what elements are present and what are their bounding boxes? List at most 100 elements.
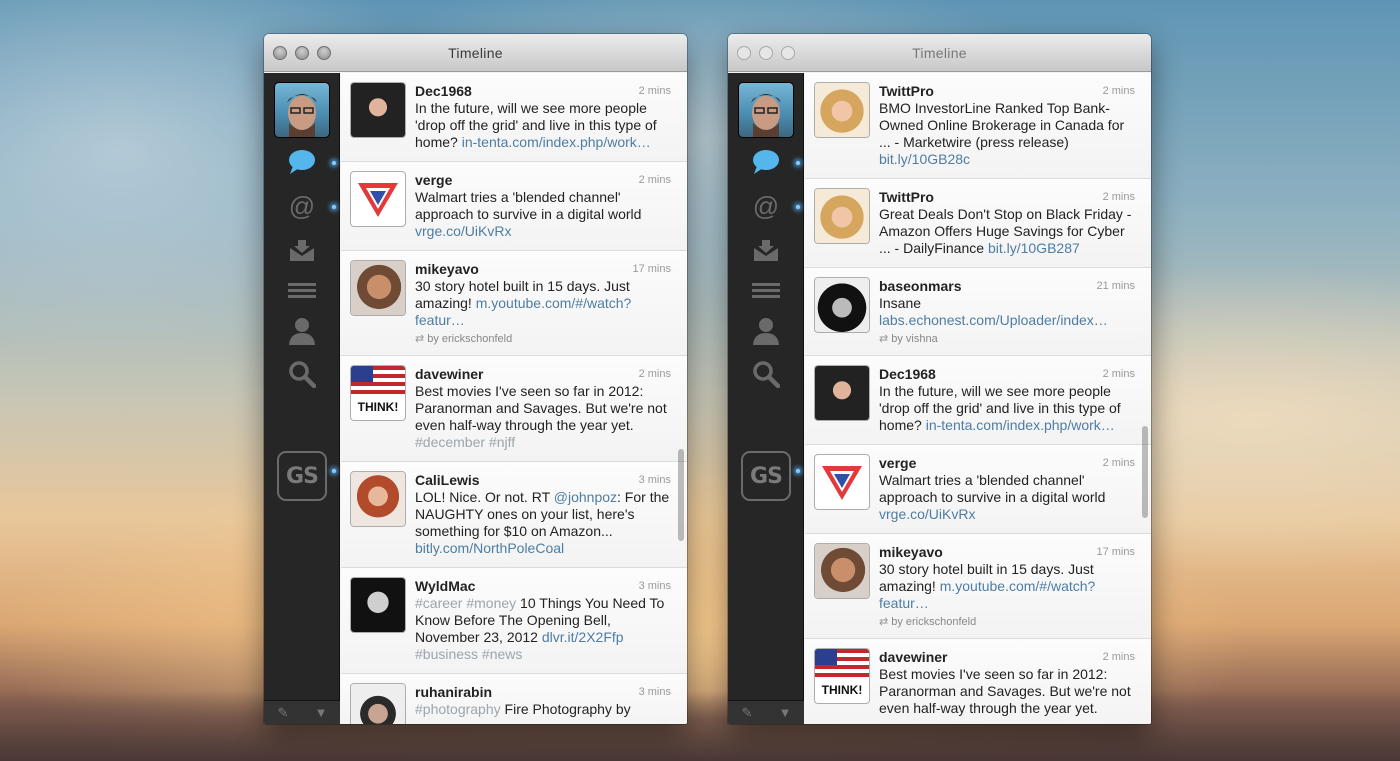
search-icon[interactable] [750, 359, 782, 389]
at-sign-icon[interactable]: @ [750, 191, 782, 221]
tweet-row[interactable]: THINK! davewiner 2 mins Best movies I've se… [805, 639, 1151, 724]
tweet-username[interactable]: verge [879, 455, 1135, 472]
timeline-list[interactable]: Dec1968 2 mins In the future, will we see … [341, 73, 687, 724]
tweet-username[interactable]: WyldMac [415, 578, 671, 595]
speech-bubble-icon[interactable] [750, 147, 782, 177]
user-avatar[interactable] [815, 189, 869, 243]
tweet-link[interactable]: dlvr.it/2X2Ffp [542, 629, 624, 645]
hashtag-link[interactable]: #photography [415, 701, 501, 717]
title-bar[interactable]: Timeline [264, 34, 687, 72]
tweet-username[interactable]: CaliLewis [415, 472, 671, 489]
compose-icon[interactable]: ✎ [264, 705, 302, 721]
timeline-window-2: Timeline @ GS ✎ ▼ TwittPro 2 mins BMO Inve… [728, 34, 1151, 724]
desktop-ground [0, 691, 1400, 761]
tweet-row[interactable]: CaliLewis 3 mins LOL! Nice. Or not. RT @jo… [341, 462, 687, 568]
tweet-text: #photography Fire Photography by [415, 701, 671, 718]
tweet-row[interactable]: baseonmars 21 mins Insane labs.echonest.co… [805, 268, 1151, 356]
tweet-link[interactable]: bit.ly/10GB28c [879, 151, 970, 167]
speech-bubble-icon[interactable] [286, 147, 318, 177]
user-avatar[interactable] [815, 83, 869, 137]
user-avatar[interactable] [351, 578, 405, 632]
tweet-time: 2 mins [638, 85, 671, 97]
tweet-row[interactable]: verge 2 mins Walmart tries a 'blended chan… [341, 162, 687, 251]
tweet-username[interactable]: davewiner [415, 366, 671, 383]
close-button[interactable] [273, 46, 287, 60]
compose-icon[interactable]: ✎ [728, 705, 766, 721]
tweet-link[interactable]: bit.ly/10GB287 [988, 240, 1080, 256]
tweet-row[interactable]: WyldMac 3 mins #career #money 10 Things Yo… [341, 568, 687, 674]
inbox-icon[interactable] [286, 235, 318, 265]
user-avatar[interactable] [815, 366, 869, 420]
tweet-time: 2 mins [638, 368, 671, 380]
tweet-row[interactable]: Dec1968 2 mins In the future, will we see … [341, 73, 687, 162]
at-sign-icon[interactable]: @ [286, 191, 318, 221]
tweet-username[interactable]: davewiner [879, 649, 1135, 666]
user-avatar[interactable] [815, 544, 869, 598]
tweet-time: 3 mins [638, 474, 671, 486]
tweet-username[interactable]: verge [415, 172, 671, 189]
user-avatar[interactable]: THINK! [815, 649, 869, 703]
close-button[interactable] [737, 46, 751, 60]
tweet-row[interactable]: TwittPro 2 mins BMO InvestorLine Ranked To… [805, 73, 1151, 179]
tweet-username[interactable]: ruhanirabin [415, 684, 671, 701]
inbox-icon[interactable] [750, 235, 782, 265]
tweet-link[interactable]: vrge.co/UiKvRx [879, 506, 975, 522]
account-gs-button[interactable]: GS [277, 451, 327, 501]
person-icon[interactable] [286, 316, 318, 346]
zoom-button[interactable] [781, 46, 795, 60]
tweet-text: Insane labs.echonest.com/Uploader/index… [879, 295, 1135, 329]
tweet-username[interactable]: TwittPro [879, 83, 1135, 100]
tweet-row[interactable]: THINK! davewiner 2 mins Best movies I've se… [341, 356, 687, 462]
user-avatar[interactable]: THINK! [351, 366, 405, 420]
tweet-time: 21 mins [1096, 280, 1135, 292]
tweet-row[interactable]: ruhanirabin 3 mins #photography Fire Photo… [341, 674, 687, 724]
tweet-link[interactable]: bitly.com/NorthPoleCoal [415, 540, 564, 556]
hashtag-link[interactable]: #business #news [415, 646, 522, 662]
user-avatar[interactable] [815, 278, 869, 332]
chevron-down-icon[interactable]: ▼ [766, 705, 804, 720]
search-icon[interactable] [286, 359, 318, 389]
chevron-down-icon[interactable]: ▼ [302, 705, 340, 720]
person-icon[interactable] [750, 316, 782, 346]
tweet-link[interactable]: labs.echonest.com/Uploader/index… [879, 312, 1108, 328]
tweet-link[interactable]: @johnpoz [554, 489, 617, 505]
tweet-row[interactable]: mikeyavo 17 mins 30 story hotel built in 1… [341, 251, 687, 356]
tweet-link[interactable]: in-tenta.com/index.php/work… [926, 417, 1115, 433]
user-avatar[interactable] [351, 472, 405, 526]
user-avatar[interactable] [351, 684, 405, 724]
unread-indicator [796, 469, 800, 473]
scrollbar-thumb[interactable] [678, 449, 684, 541]
hashtag-link[interactable]: #career #money [415, 595, 516, 611]
hashtag-link[interactable]: #december #njff [415, 434, 515, 450]
list-icon[interactable] [750, 276, 782, 306]
profile-avatar[interactable] [275, 83, 329, 137]
tweet-time: 3 mins [638, 580, 671, 592]
zoom-button[interactable] [317, 46, 331, 60]
minimize-button[interactable] [759, 46, 773, 60]
tweet-row[interactable]: verge 2 mins Walmart tries a 'blended chan… [805, 445, 1151, 534]
user-avatar[interactable] [351, 261, 405, 315]
tweet-username[interactable]: Dec1968 [879, 366, 1135, 383]
tweet-row[interactable]: Dec1968 2 mins In the future, will we see … [805, 356, 1151, 445]
tweet-row[interactable]: TwittPro 2 mins Great Deals Don't Stop on … [805, 179, 1151, 268]
user-avatar[interactable] [815, 455, 869, 509]
sidebar-bottom-bar: ✎ ▼ [264, 700, 340, 724]
tweet-username[interactable]: TwittPro [879, 189, 1135, 206]
list-icon[interactable] [286, 276, 318, 306]
retweet-by-label: by erickschonfeld [427, 333, 513, 345]
scrollbar-thumb[interactable] [1142, 426, 1148, 518]
tweet-link[interactable]: in-tenta.com/index.php/work… [462, 134, 651, 150]
account-gs-button[interactable]: GS [741, 451, 791, 501]
tweet-text: Best movies I've seen so far in 2012: Pa… [879, 666, 1135, 717]
minimize-button[interactable] [295, 46, 309, 60]
tweet-row[interactable]: mikeyavo 17 mins 30 story hotel built in 1… [805, 534, 1151, 639]
user-avatar[interactable] [351, 172, 405, 226]
profile-avatar[interactable] [739, 83, 793, 137]
flag-image [815, 649, 869, 677]
tweet-link[interactable]: vrge.co/UiKvRx [415, 223, 511, 239]
timeline-list[interactable]: TwittPro 2 mins BMO InvestorLine Ranked To… [805, 73, 1151, 724]
title-bar[interactable]: Timeline [728, 34, 1151, 72]
unread-indicator [332, 469, 336, 473]
user-avatar[interactable] [351, 83, 405, 137]
tweet-username[interactable]: Dec1968 [415, 83, 671, 100]
